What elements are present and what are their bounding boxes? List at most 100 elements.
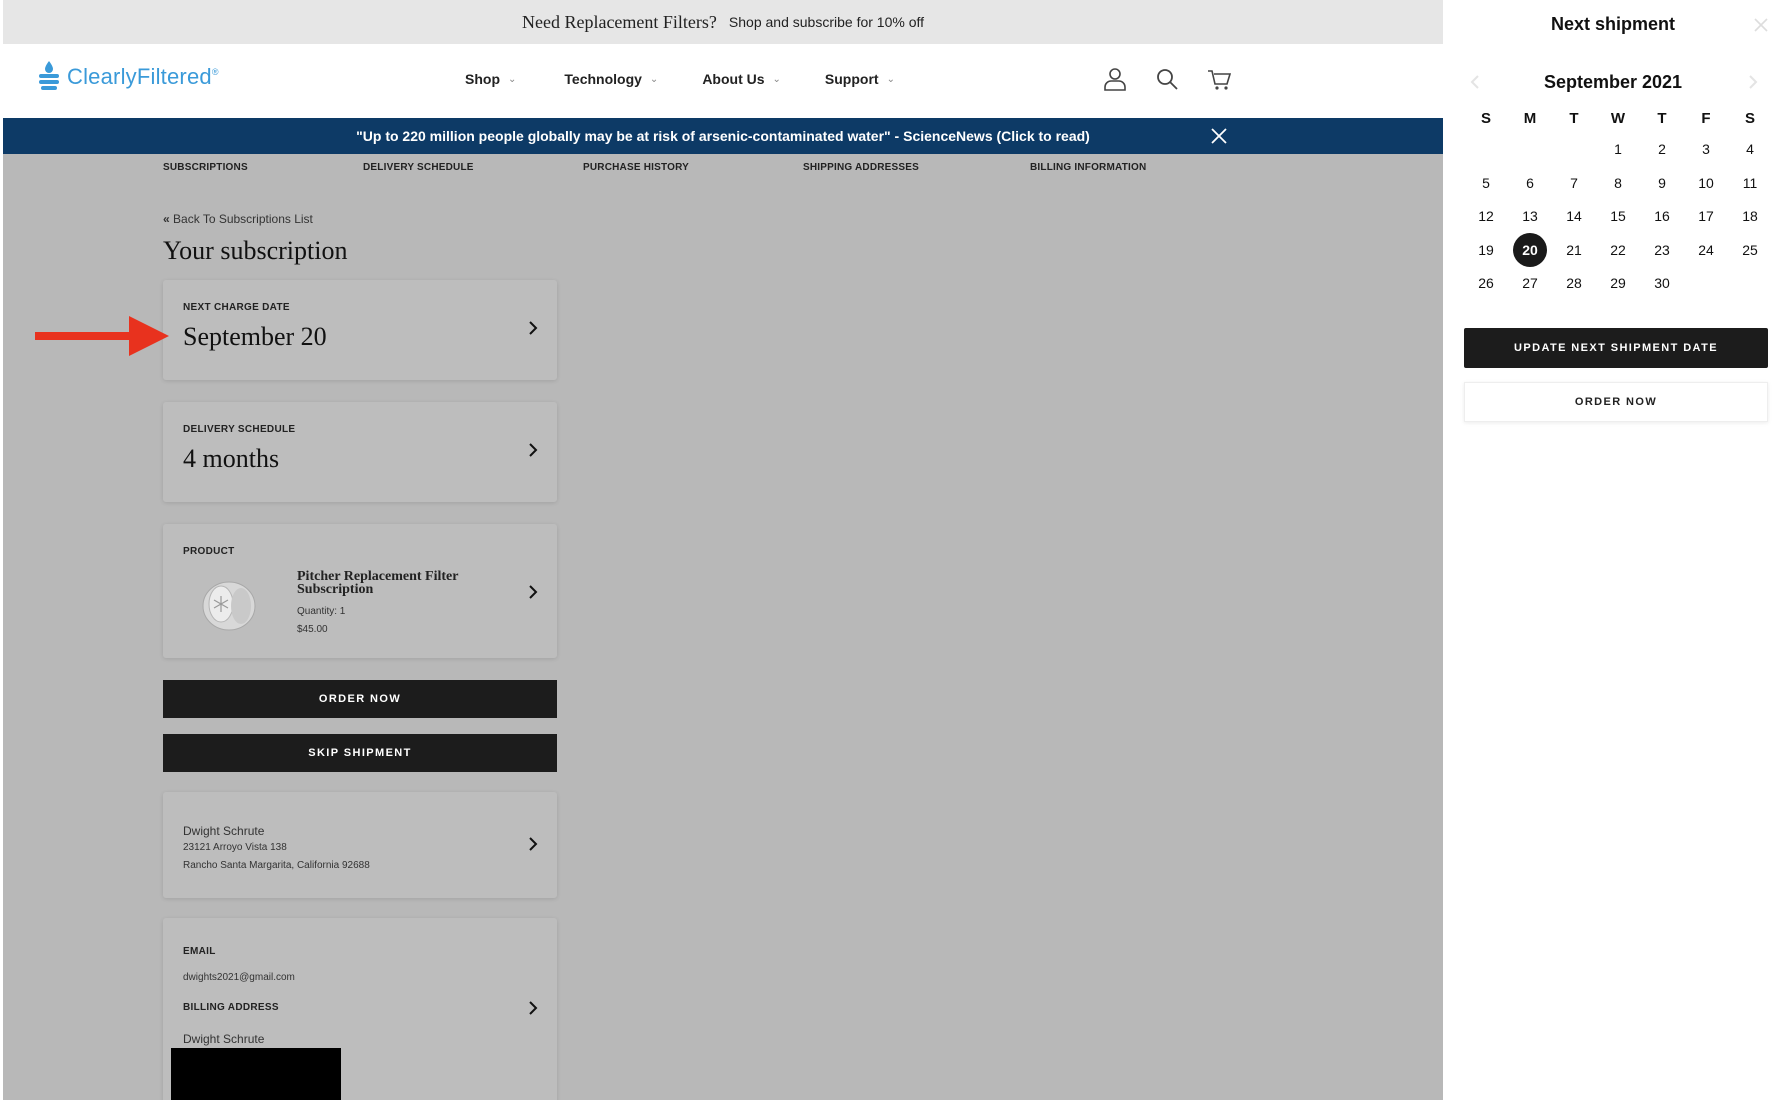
search-icon[interactable] (1155, 66, 1179, 92)
chevron-down-icon: ⌄ (508, 73, 517, 85)
calendar-day[interactable]: 26 (1469, 266, 1503, 300)
subnav-shipping-addresses[interactable]: SHIPPING ADDRESSES (803, 162, 919, 173)
brand-registered-mark: ® (211, 67, 219, 77)
calendar-day[interactable]: 10 (1689, 166, 1723, 200)
calendar-day[interactable]: 17 (1689, 199, 1723, 233)
calendar-day[interactable]: 24 (1689, 233, 1723, 267)
billing-card[interactable]: EMAIL dwights2021@gmail.com BILLING ADDR… (163, 918, 557, 1100)
next-month-icon[interactable] (1746, 74, 1760, 90)
skip-shipment-button[interactable]: SKIP SHIPMENT (163, 734, 557, 772)
calendar-day[interactable]: 6 (1513, 166, 1547, 200)
delivery-schedule-card[interactable]: DELIVERY SCHEDULE 4 months (163, 402, 557, 502)
subnav-delivery-schedule[interactable]: DELIVERY SCHEDULE (363, 162, 474, 173)
nav-label: Shop (465, 71, 500, 87)
back-link-label: Back To Subscriptions List (173, 212, 313, 226)
calendar-day[interactable]: 25 (1733, 233, 1767, 267)
next-charge-date: September 20 (183, 322, 327, 351)
next-shipment-panel: Next shipment September 2021 SMTWTFS1234… (1446, 0, 1780, 1104)
logo[interactable]: ClearlyFiltered ® (37, 60, 218, 94)
calendar-day[interactable]: 2 (1645, 132, 1679, 166)
subnav-subscriptions[interactable]: SUBSCRIPTIONS (163, 162, 248, 173)
calendar-day[interactable]: 13 (1513, 199, 1547, 233)
water-drop-icon (39, 61, 59, 90)
redacted-block (171, 1048, 341, 1100)
calendar-day[interactable]: 30 (1645, 266, 1679, 300)
news-alert-banner[interactable]: "Up to 220 million people globally may b… (3, 118, 1443, 154)
close-icon[interactable] (1754, 18, 1768, 32)
shipping-name: Dwight Schrute (183, 824, 265, 838)
calendar-day[interactable]: 9 (1645, 166, 1679, 200)
product-card[interactable]: PRODUCT Pitcher Replacement Filter Subsc… (163, 524, 557, 658)
chevron-right-icon (529, 837, 538, 851)
nav-about-us[interactable]: About Us ⌄ (702, 71, 781, 87)
delivery-schedule-value: 4 months (183, 444, 280, 473)
calendar-day[interactable]: 14 (1557, 199, 1591, 233)
calendar-day[interactable]: 23 (1645, 233, 1679, 267)
cart-icon[interactable] (1207, 66, 1231, 92)
billing-address-label: BILLING ADDRESS (183, 1002, 279, 1013)
calendar-day[interactable]: 3 (1689, 132, 1723, 166)
account-subnav: SUBSCRIPTIONS DELIVERY SCHEDULE PURCHASE… (3, 154, 1443, 184)
weekday-header: M (1523, 110, 1537, 127)
calendar-month: September 2021 (1543, 72, 1683, 92)
close-icon[interactable] (1211, 128, 1227, 144)
alert-text[interactable]: "Up to 220 million people globally may b… (356, 128, 1090, 144)
nav-technology[interactable]: Technology ⌄ (564, 71, 658, 87)
order-now-button[interactable]: ORDER NOW (1464, 382, 1768, 422)
back-to-subscriptions-link[interactable]: « Back To Subscriptions List (163, 212, 313, 226)
weekday-header: T (1657, 110, 1667, 127)
annotation-arrow-icon (35, 316, 169, 356)
account-icon[interactable] (1103, 66, 1127, 92)
product-label: PRODUCT (183, 546, 235, 557)
shipping-line-1: 23121 Arroyo Vista 138 (183, 842, 287, 853)
calendar-day[interactable]: 18 (1733, 199, 1767, 233)
calendar-day-selected[interactable]: 20 (1513, 232, 1547, 267)
billing-name: Dwight Schrute (183, 1032, 265, 1046)
calendar-day[interactable]: 22 (1601, 233, 1635, 267)
shipping-address-card[interactable]: Dwight Schrute 23121 Arroyo Vista 138 Ra… (163, 792, 557, 898)
weekday-header: S (1744, 110, 1755, 127)
calendar-day[interactable]: 19 (1469, 233, 1503, 267)
weekday-header: T (1569, 110, 1579, 127)
order-now-button[interactable]: ORDER NOW (163, 680, 557, 718)
promo-bar[interactable]: Need Replacement Filters? Shop and subsc… (3, 0, 1443, 44)
weekday-header: F (1701, 110, 1711, 127)
site-page: Need Replacement Filters? Shop and subsc… (3, 0, 1443, 1100)
chevron-down-icon: ⌄ (649, 73, 659, 85)
chevron-right-icon (529, 585, 538, 599)
header-icons (1103, 66, 1231, 92)
product-price: $45.00 (297, 624, 328, 635)
calendar-day[interactable]: 12 (1469, 199, 1503, 233)
calendar-day[interactable]: 27 (1513, 266, 1547, 300)
calendar-day[interactable]: 8 (1601, 166, 1635, 200)
delivery-schedule-label: DELIVERY SCHEDULE (183, 424, 296, 435)
next-charge-card[interactable]: NEXT CHARGE DATE September 20 (163, 280, 557, 380)
site-header: ClearlyFiltered ® Shop ⌄ Technology ⌄ Ab… (3, 44, 1443, 118)
chevron-down-icon: ⌄ (772, 73, 781, 85)
product-name: Pitcher Replacement Filter Subscription (297, 569, 459, 597)
shipping-line-2: Rancho Santa Margarita, California 92688 (183, 860, 370, 871)
subnav-purchase-history[interactable]: PURCHASE HISTORY (583, 162, 689, 173)
chevron-right-icon (529, 321, 538, 335)
calendar-day[interactable]: 28 (1557, 266, 1591, 300)
nav-shop[interactable]: Shop ⌄ (465, 71, 516, 87)
update-next-shipment-date-button[interactable]: UPDATE NEXT SHIPMENT DATE (1464, 328, 1768, 368)
nav-support[interactable]: Support ⌄ (825, 71, 895, 87)
calendar-day[interactable]: 11 (1733, 166, 1767, 200)
chevron-right-icon (529, 1001, 538, 1015)
next-charge-label: NEXT CHARGE DATE (183, 302, 290, 313)
calendar-day[interactable]: 7 (1557, 166, 1591, 200)
calendar-day[interactable]: 4 (1733, 132, 1767, 166)
calendar-day[interactable]: 5 (1469, 166, 1503, 200)
calendar-day[interactable]: 16 (1645, 199, 1679, 233)
subnav-billing-information[interactable]: BILLING INFORMATION (1030, 162, 1146, 173)
email-value: dwights2021@gmail.com (183, 972, 295, 983)
calendar-day[interactable]: 1 (1601, 132, 1635, 166)
calendar-day[interactable]: 29 (1601, 266, 1635, 300)
calendar-day[interactable]: 21 (1557, 233, 1591, 267)
weekday-header: S (1480, 110, 1491, 127)
weekday-header: W (1610, 110, 1626, 127)
panel-title: Next shipment (1550, 14, 1676, 34)
calendar-day[interactable]: 15 (1601, 199, 1635, 233)
main-nav: Shop ⌄ Technology ⌄ About Us ⌄ Support ⌄ (465, 71, 895, 87)
